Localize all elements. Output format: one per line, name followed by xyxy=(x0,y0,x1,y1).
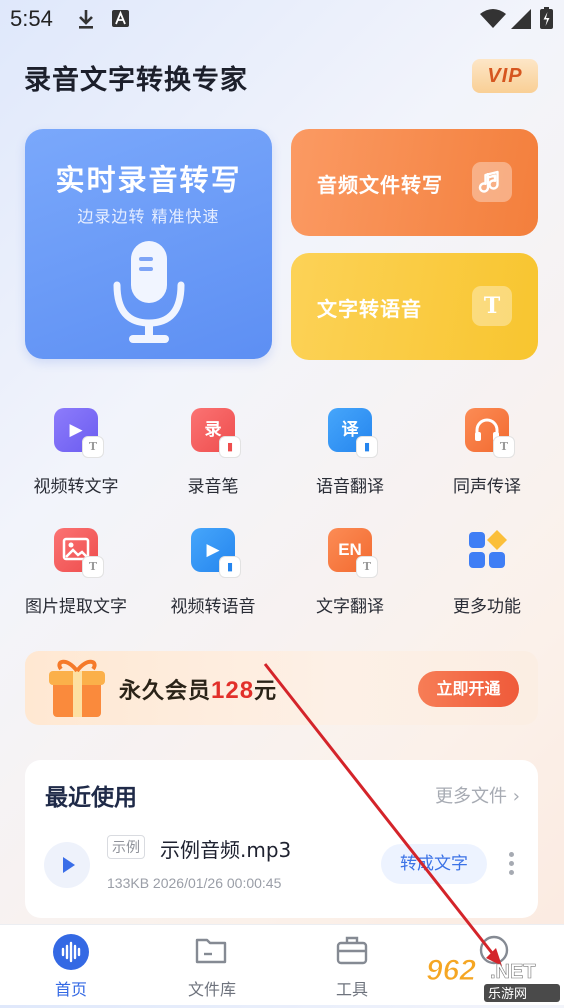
video-to-text-icon: ▶ T xyxy=(54,408,104,458)
more-options-icon[interactable] xyxy=(509,852,515,879)
more-grid-icon xyxy=(465,528,509,572)
toolbox-icon xyxy=(335,934,369,970)
microphone-icon xyxy=(111,241,187,357)
feature-label: 同声传译 xyxy=(453,477,521,497)
realtime-card-title: 实时录音转写 xyxy=(55,163,242,197)
nav-label: 首页 xyxy=(54,980,87,999)
audio-card-title: 音频文件转写 xyxy=(317,173,443,197)
download-icon xyxy=(77,8,95,34)
status-time: 5:54 xyxy=(10,6,53,31)
svg-text:乐游网: 乐游网 xyxy=(488,987,527,1002)
nav-file-library[interactable]: 文件库 xyxy=(162,925,262,1005)
file-name[interactable]: 示例音频.mp3 xyxy=(160,834,291,863)
open-membership-button[interactable]: 立即开通 xyxy=(418,671,519,707)
membership-promo-banner[interactable]: 永久会员128元 立即开通 xyxy=(25,651,538,725)
feature-text-translate[interactable]: EN T 文字翻译 xyxy=(282,528,418,628)
text-a-icon xyxy=(112,10,129,31)
feature-label: 更多功能 xyxy=(453,597,521,617)
gift-icon xyxy=(47,655,107,725)
watermark-logo: 962 .NET 乐游网 xyxy=(424,948,564,1004)
wifi-icon xyxy=(480,9,506,33)
voice-translate-icon: 译 ▮ xyxy=(328,408,378,458)
feature-label: 图片提取文字 xyxy=(25,597,127,617)
recent-title: 最近使用 xyxy=(45,785,137,811)
home-waveform-icon xyxy=(52,933,90,975)
recorder-pen-icon: 录 ▮ xyxy=(191,408,241,458)
battery-icon xyxy=(540,7,553,33)
vip-button[interactable]: VIP xyxy=(472,59,538,93)
feature-label: 视频转文字 xyxy=(33,477,119,497)
feature-video-to-voice[interactable]: ▶ ▮ 视频转语音 xyxy=(145,528,281,628)
folder-icon xyxy=(194,934,228,970)
signal-icon xyxy=(511,9,531,33)
app-title: 录音文字转换专家 xyxy=(24,65,248,96)
audio-file-transcribe-card[interactable]: 音频文件转写 xyxy=(291,129,538,236)
promo-price: 128 xyxy=(211,677,255,704)
music-note-icon xyxy=(472,162,512,202)
file-meta: 133KB 2026/01/26 00:00:45 xyxy=(107,875,282,891)
headset-icon: T xyxy=(465,408,515,458)
feature-label: 录音笔 xyxy=(187,477,239,497)
nav-label: 工具 xyxy=(335,980,368,999)
nav-label: 文件库 xyxy=(187,980,236,999)
nav-home[interactable]: 首页 xyxy=(21,925,121,1005)
more-files-link[interactable]: 更多文件 › xyxy=(435,782,520,808)
text-t-icon: T xyxy=(472,286,512,326)
realtime-card-subtitle: 边录边转 精准快速 xyxy=(77,207,220,226)
chevron-right-icon: › xyxy=(512,786,520,807)
feature-simultaneous-interpretation[interactable]: T 同声传译 xyxy=(419,408,555,508)
video-to-voice-icon: ▶ ▮ xyxy=(191,528,241,578)
text-translate-icon: EN T xyxy=(328,528,378,578)
feature-label: 语音翻译 xyxy=(316,477,384,497)
feature-more[interactable]: 更多功能 xyxy=(419,528,555,628)
feature-label: 视频转语音 xyxy=(170,597,256,617)
sample-tag: 示例 xyxy=(107,835,145,859)
play-icon xyxy=(63,857,75,873)
promo-text: 永久会员128元 xyxy=(119,677,278,704)
feature-recorder-pen[interactable]: 录 ▮ 录音笔 xyxy=(145,408,281,508)
svg-text:.NET: .NET xyxy=(490,961,536,983)
feature-image-to-text[interactable]: T 图片提取文字 xyxy=(8,528,144,628)
image-to-text-icon: T xyxy=(54,528,104,578)
tts-card-title: 文字转语音 xyxy=(317,297,422,321)
realtime-transcribe-card[interactable]: 实时录音转写 边录边转 精准快速 xyxy=(25,129,272,359)
nav-tools[interactable]: 工具 xyxy=(302,925,402,1005)
recent-section: 最近使用 更多文件 › 示例 示例音频.mp3 133KB 2026/01/26… xyxy=(25,760,538,918)
feature-label: 文字翻译 xyxy=(316,597,384,617)
convert-to-text-button[interactable]: 转成文字 xyxy=(381,844,487,884)
svg-text:962: 962 xyxy=(426,954,476,987)
play-button[interactable] xyxy=(44,842,90,888)
status-bar: 5:54 xyxy=(0,0,564,40)
text-to-speech-card[interactable]: 文字转语音 T xyxy=(291,253,538,360)
feature-video-to-text[interactable]: ▶ T 视频转文字 xyxy=(8,408,144,508)
feature-voice-translate[interactable]: 译 ▮ 语音翻译 xyxy=(282,408,418,508)
